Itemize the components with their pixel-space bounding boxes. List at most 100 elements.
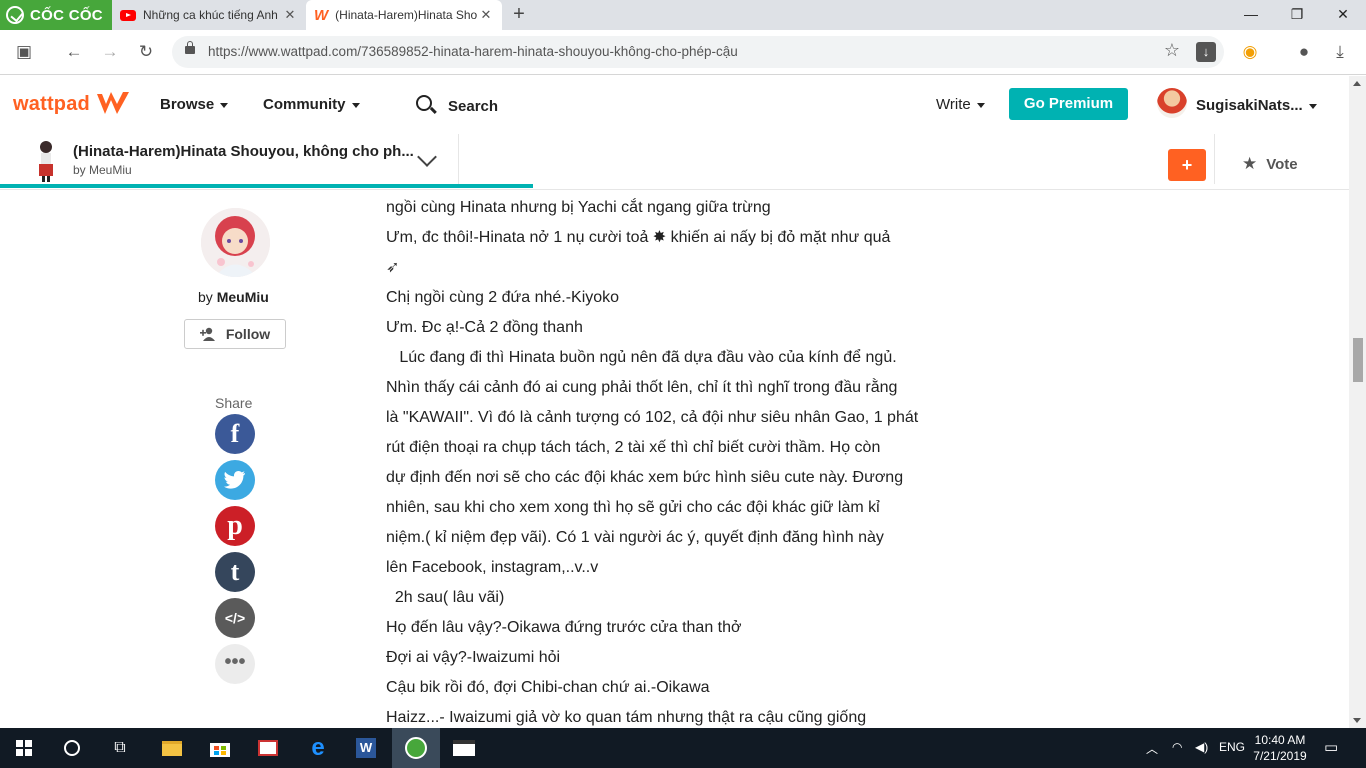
scrollbar-thumb[interactable] <box>1353 338 1363 382</box>
share-label: Share <box>215 395 253 411</box>
author-name-link[interactable]: MeuMiu <box>217 289 269 305</box>
start-button[interactable] <box>0 728 48 768</box>
write-menu[interactable]: Write <box>936 96 985 113</box>
add-to-library-button[interactable]: + <box>1168 149 1206 181</box>
browser-tab-youtube[interactable]: Những ca khúc tiếng Anh ✕ <box>112 0 306 30</box>
follow-button[interactable]: Follow <box>184 319 286 349</box>
twitter-share-icon[interactable] <box>215 460 255 500</box>
caret-down-icon <box>351 102 360 108</box>
windows-taskbar: ⧉ e W ︿ ◠ ◀) ENG 10:40 AM 7/21/2019 ▭ <box>0 728 1366 768</box>
community-menu[interactable]: Community <box>263 96 360 113</box>
tab-title: Những ca khúc tiếng Anh <box>143 8 278 22</box>
download-page-icon[interactable]: ↓ <box>1196 42 1216 62</box>
profile-icon[interactable]: ● <box>1290 38 1318 66</box>
divider <box>1214 134 1215 184</box>
user-menu[interactable]: SugisakiNats... <box>1196 97 1317 114</box>
search-button[interactable]: Search <box>448 98 498 115</box>
coccoc-brand-button[interactable]: CỐC CỐC <box>0 0 112 30</box>
edge-browser-icon[interactable]: e <box>294 728 342 768</box>
user-avatar[interactable] <box>1157 88 1187 118</box>
tab-title: (Hinata-Harem)Hinata Sho <box>335 8 478 22</box>
story-paragraph: Lúc đang đi thì Hinata buồn ngủ nên đã d… <box>386 349 897 366</box>
story-paragraph: rút điện thoại ra chụp tách tách, 2 tài … <box>386 439 881 456</box>
browser-toolbar: ▣ ← → ↻ https://www.wattpad.com/73658985… <box>0 30 1366 75</box>
browse-menu[interactable]: Browse <box>160 96 229 113</box>
search-cortana-button[interactable] <box>48 728 96 768</box>
story-title[interactable]: (Hinata-Harem)Hinata Shouyou, không cho … <box>73 143 414 160</box>
coccoc-taskbar-icon[interactable] <box>392 728 440 768</box>
url-text[interactable]: https://www.wattpad.com/736589852-hinata… <box>208 44 738 59</box>
pinterest-share-icon[interactable]: p <box>215 506 255 546</box>
page-scrollbar[interactable] <box>1349 76 1366 728</box>
network-icon[interactable]: ◠ <box>1172 740 1182 754</box>
browser-tab-wattpad[interactable]: W (Hinata-Harem)Hinata Sho ✕ <box>306 0 502 30</box>
browse-label: Browse <box>160 96 215 113</box>
star-icon: ★ <box>1242 154 1258 173</box>
caret-down-icon <box>1308 103 1317 109</box>
browser-tab-strip: CỐC CỐC Những ca khúc tiếng Anh ✕ W (Hin… <box>0 0 1366 30</box>
story-cover-thumbnail[interactable] <box>32 138 60 182</box>
wattpad-icon: W <box>314 6 329 24</box>
notification-center-icon[interactable]: ▭ <box>1324 738 1338 756</box>
caret-down-icon <box>976 102 985 108</box>
lock-icon <box>185 41 195 54</box>
story-paragraph: Chị ngồi cùng 2 đứa nhé.-Kiyoko <box>386 289 620 306</box>
maximize-button[interactable]: ❐ <box>1274 0 1320 30</box>
tumblr-share-icon[interactable]: t <box>215 552 255 592</box>
forward-button[interactable]: → <box>96 38 124 66</box>
close-tab-icon[interactable]: ✕ <box>282 7 298 23</box>
minimize-button[interactable]: — <box>1228 0 1274 30</box>
back-button[interactable]: ← <box>60 38 88 66</box>
vote-label: Vote <box>1266 156 1298 173</box>
author-avatar[interactable] <box>201 208 270 277</box>
system-clock[interactable]: 10:40 AM 7/21/2019 <box>1250 732 1310 764</box>
coccoc-brand-label: CỐC CỐC <box>30 6 103 24</box>
extension-icon[interactable]: ◉ <box>1236 38 1264 66</box>
story-paragraph: lên Facebook, instagram,..v..v <box>386 559 599 576</box>
story-paragraph: Họ đến lâu vậy?-Oikawa đứng trước cửa th… <box>386 619 742 636</box>
clock-date: 7/21/2019 <box>1253 749 1307 763</box>
reload-button[interactable]: ↻ <box>132 38 160 66</box>
chapter-list-chevron-icon[interactable] <box>417 147 437 167</box>
more-share-icon[interactable]: ••• <box>215 644 255 684</box>
go-premium-button[interactable]: Go Premium <box>1009 88 1128 120</box>
wattpad-header: wattpad Browse Community Search Write Go… <box>0 76 1349 134</box>
wattpad-logo-text: wattpad <box>13 92 90 115</box>
story-author[interactable]: by MeuMiu <box>73 163 132 177</box>
search-icon[interactable] <box>416 95 432 111</box>
embed-code-icon[interactable]: </> <box>215 598 255 638</box>
wattpad-logo[interactable]: wattpad <box>13 90 131 118</box>
vote-button[interactable]: ★ Vote <box>1242 154 1298 174</box>
sidebar-toggle-icon[interactable]: ▣ <box>10 38 38 66</box>
story-paragraph: niệm.( kỉ niệm đẹp vãi). Có 1 vài người … <box>386 529 884 546</box>
close-tab-icon[interactable]: ✕ <box>478 7 494 23</box>
task-view-button[interactable]: ⧉ <box>96 728 144 768</box>
story-paragraph: là "KAWAII". Vì đó là cảnh tượng có 102,… <box>386 409 919 426</box>
word-icon[interactable]: W <box>342 728 390 768</box>
story-paragraph: Ưm. Đc ạ!-Cả 2 đồng thanh <box>386 319 583 336</box>
media-app-icon[interactable] <box>440 728 488 768</box>
story-paragraph: ngồi cùng Hinata nhưng bị Yachi cắt ngan… <box>386 199 771 216</box>
story-paragraph: dự định đến nơi sẽ cho các đội khác xem … <box>386 469 904 486</box>
add-user-icon <box>199 327 215 341</box>
author-byline: by MeuMiu <box>198 289 269 305</box>
volume-icon[interactable]: ◀) <box>1195 740 1208 754</box>
divider <box>458 134 459 184</box>
scroll-down-arrow-icon[interactable] <box>1353 718 1361 723</box>
show-hidden-icons-chevron-icon[interactable]: ︿ <box>1146 740 1158 757</box>
store-icon[interactable] <box>196 728 244 768</box>
story-paragraph: Đợi ai vậy?-Iwaizumi hỏi <box>386 649 561 666</box>
file-explorer-icon[interactable] <box>148 728 196 768</box>
cortana-circle-icon <box>64 740 80 756</box>
downloads-icon[interactable]: ⤓ <box>1326 38 1354 66</box>
wattpad-w-icon <box>96 92 129 114</box>
coccoc-logo-icon <box>6 6 24 24</box>
scroll-up-arrow-icon[interactable] <box>1353 81 1361 86</box>
close-window-button[interactable]: ✕ <box>1320 0 1366 30</box>
bookmark-star-icon[interactable]: ☆ <box>1164 40 1180 61</box>
new-tab-button[interactable]: + <box>508 3 530 25</box>
facebook-share-icon[interactable]: f <box>215 414 255 454</box>
snipping-tool-icon[interactable] <box>244 728 292 768</box>
language-indicator[interactable]: ENG <box>1219 740 1245 754</box>
address-bar[interactable]: https://www.wattpad.com/736589852-hinata… <box>172 36 1224 68</box>
